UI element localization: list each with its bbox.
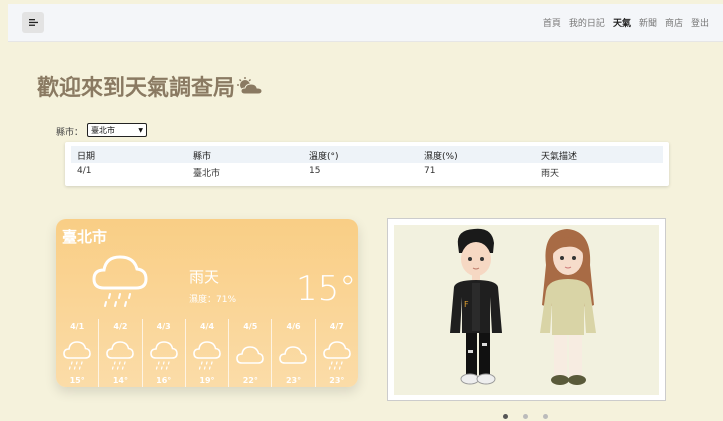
forecast-temp: 22°	[242, 376, 258, 385]
nav-links: 首頁 我的日記 天氣 新聞 商店 登出	[543, 16, 709, 29]
header-temperature: 溫度(°)	[309, 152, 339, 162]
forecast-date: 4/4	[199, 322, 215, 331]
chevron-down-icon: ▼	[138, 126, 143, 134]
forecast-date: 4/5	[243, 322, 258, 331]
cloud-icon	[279, 346, 308, 364]
nav-link-logout[interactable]: 登出	[691, 16, 709, 29]
forecast-date: 4/1	[70, 322, 85, 331]
forecast-date: 4/7	[329, 322, 344, 331]
nav-link-news[interactable]: 新聞	[639, 16, 657, 29]
city-select-value: 臺北市	[91, 125, 115, 135]
rain-cloud-icon	[193, 341, 221, 370]
header-humidity: 濕度(%)	[424, 152, 458, 162]
carousel-indicators	[503, 414, 548, 419]
forecast-day: 4/1 15°	[56, 319, 100, 387]
forecast-date: 4/2	[113, 322, 128, 331]
rain-cloud-icon	[106, 341, 135, 370]
forecast-day: 4/7 23°	[316, 319, 358, 387]
weather-card-humidity: 濕度：71%	[189, 295, 237, 305]
header-description: 天氣描述	[541, 152, 578, 162]
rain-cloud-icon	[322, 341, 351, 370]
forecast-day: 4/4 19°	[186, 319, 230, 387]
nav-link-home[interactable]: 首頁	[543, 16, 561, 29]
nav-link-diary[interactable]: 我的日記	[569, 16, 605, 29]
header-city: 縣市	[193, 152, 212, 162]
cell-temperature: 15	[309, 166, 321, 176]
forecast-date: 4/3	[156, 322, 171, 331]
forecast-temp: 23°	[285, 376, 302, 385]
forecast-temp: 16°	[156, 376, 172, 385]
forecast-temp: 23°	[329, 376, 345, 385]
forecast-temp: 15°	[69, 376, 85, 385]
top-navbar: 首頁 我的日記 天氣 新聞 商店 登出	[8, 4, 723, 42]
cell-date: 4/1	[77, 166, 92, 176]
nav-link-weather[interactable]: 天氣	[613, 16, 631, 29]
city-filter-label: 縣市：	[56, 128, 84, 138]
carousel-dot-3[interactable]	[543, 414, 548, 419]
cell-humidity: 71	[424, 166, 436, 176]
cell-description: 雨天	[541, 169, 560, 179]
nav-link-shop[interactable]: 商店	[665, 16, 683, 29]
weather-card: 臺北市 雨天 濕度：71% 15° 4/1 15° 4/2 14° 4/3 16…	[56, 219, 358, 387]
table-header: 日期 縣市 溫度(°) 濕度(%) 天氣描述	[71, 146, 663, 163]
page-title-text: 歡迎來到天氣調查局	[37, 76, 236, 101]
carousel-dot-1[interactable]	[503, 414, 508, 419]
couple-illustration-image: F	[450, 228, 596, 385]
forecast-strip: 4/1 15° 4/2 14° 4/3 16° 4/4 19° 4/5 22° …	[56, 319, 358, 387]
menu-toggle-button[interactable]	[22, 12, 44, 33]
weather-card-temperature: 15°	[296, 269, 357, 309]
forecast-temp: 19°	[199, 376, 215, 385]
hamburger-icon	[28, 19, 38, 26]
couple-illustration: F	[394, 225, 659, 395]
weather-table: 日期 縣市 溫度(°) 濕度(%) 天氣描述 4/1 臺北市 15 71 雨天	[65, 142, 669, 186]
forecast-day: 4/2 14°	[99, 319, 143, 387]
table-row: 4/1 臺北市 15 71 雨天	[71, 163, 663, 180]
weather-card-city: 臺北市	[62, 228, 108, 246]
forecast-temp: 14°	[112, 376, 128, 385]
header-date: 日期	[77, 152, 96, 162]
forecast-day: 4/6 23°	[272, 319, 316, 387]
partly-cloudy-icon	[237, 77, 263, 95]
carousel-dot-2[interactable]	[523, 414, 528, 419]
forecast-day: 4/5 22°	[229, 319, 273, 387]
forecast-day: 4/3 16°	[143, 319, 186, 387]
weather-card-description: 雨天	[189, 268, 220, 286]
city-select[interactable]: 臺北市 ▼	[87, 123, 147, 137]
rain-cloud-icon	[63, 341, 91, 370]
svg-text:F: F	[464, 300, 469, 309]
carousel-slide[interactable]: F	[387, 218, 666, 401]
page-title: 歡迎來到天氣調查局	[37, 70, 263, 102]
cloud-icon	[236, 346, 264, 364]
cell-city: 臺北市	[193, 169, 221, 179]
rain-cloud-icon	[149, 341, 178, 370]
forecast-date: 4/6	[286, 322, 301, 331]
rain-cloud-icon	[92, 255, 148, 307]
